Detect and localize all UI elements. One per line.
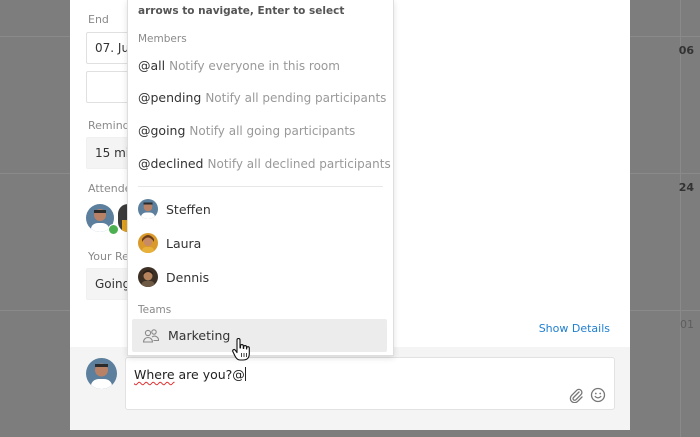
option-description: Notify all pending participants [205,91,387,105]
option-description: Notify everyone in this room [169,59,340,73]
response-value: Going [95,277,131,291]
member-option-steffen[interactable]: Steffen [138,196,211,222]
members-section-title: Members [138,33,187,45]
going-check-icon [108,224,119,235]
message-rest: are you?@ [174,367,245,382]
member-name: Dennis [166,269,210,285]
team-name: Marketing [168,328,231,343]
mention-going-option[interactable]: @going Notify all going participants [138,123,355,138]
teams-section-title: Teams [138,304,172,316]
mention-declined-option[interactable]: @declined Notify all declined participant… [138,156,391,171]
end-label: End [88,13,109,26]
end-date-value: 07. Ju [95,41,130,55]
option-key: @going [138,123,186,138]
mention-pending-option[interactable]: @pending Notify all pending participants [138,90,386,105]
member-option-dennis[interactable]: Dennis [138,264,209,290]
show-details-link[interactable]: Show Details [539,322,610,335]
calendar-day: 01 [680,318,694,331]
member-name: Laura [166,235,202,251]
avatar [138,233,158,253]
calendar-day: 24 [678,181,694,194]
composer-area: Where are you?@ [70,347,630,430]
group-icon [142,328,160,343]
current-user-avatar [86,358,117,389]
smiley-icon[interactable] [590,387,606,403]
text-caret [244,367,246,381]
option-key: @pending [138,90,202,105]
option-description: Notify all going participants [189,124,356,138]
mention-all-option[interactable]: @all Notify everyone in this room [138,58,340,73]
mention-dropdown: arrows to navigate, Enter to select Memb… [127,0,394,356]
avatar [138,267,158,287]
member-name: Steffen [166,201,211,217]
team-option-marketing[interactable]: Marketing [132,319,387,352]
member-option-laura[interactable]: Laura [138,230,201,256]
hand-pointer-icon [232,338,250,361]
option-key: @declined [138,156,204,171]
divider [138,186,383,187]
message-text: Where are you?@ [134,367,246,382]
misspelled-word: Where [134,367,175,382]
attendees-label: Attende [88,182,132,195]
avatar [138,199,158,219]
message-input[interactable]: Where are you?@ [125,357,615,410]
option-description: Notify all declined participants [207,157,391,171]
reminder-value: 15 mi [95,146,130,160]
calendar-day: 06 [678,44,694,57]
paperclip-icon[interactable] [568,387,584,404]
navigation-hint: arrows to navigate, Enter to select [138,5,345,17]
option-key: @all [138,58,166,73]
